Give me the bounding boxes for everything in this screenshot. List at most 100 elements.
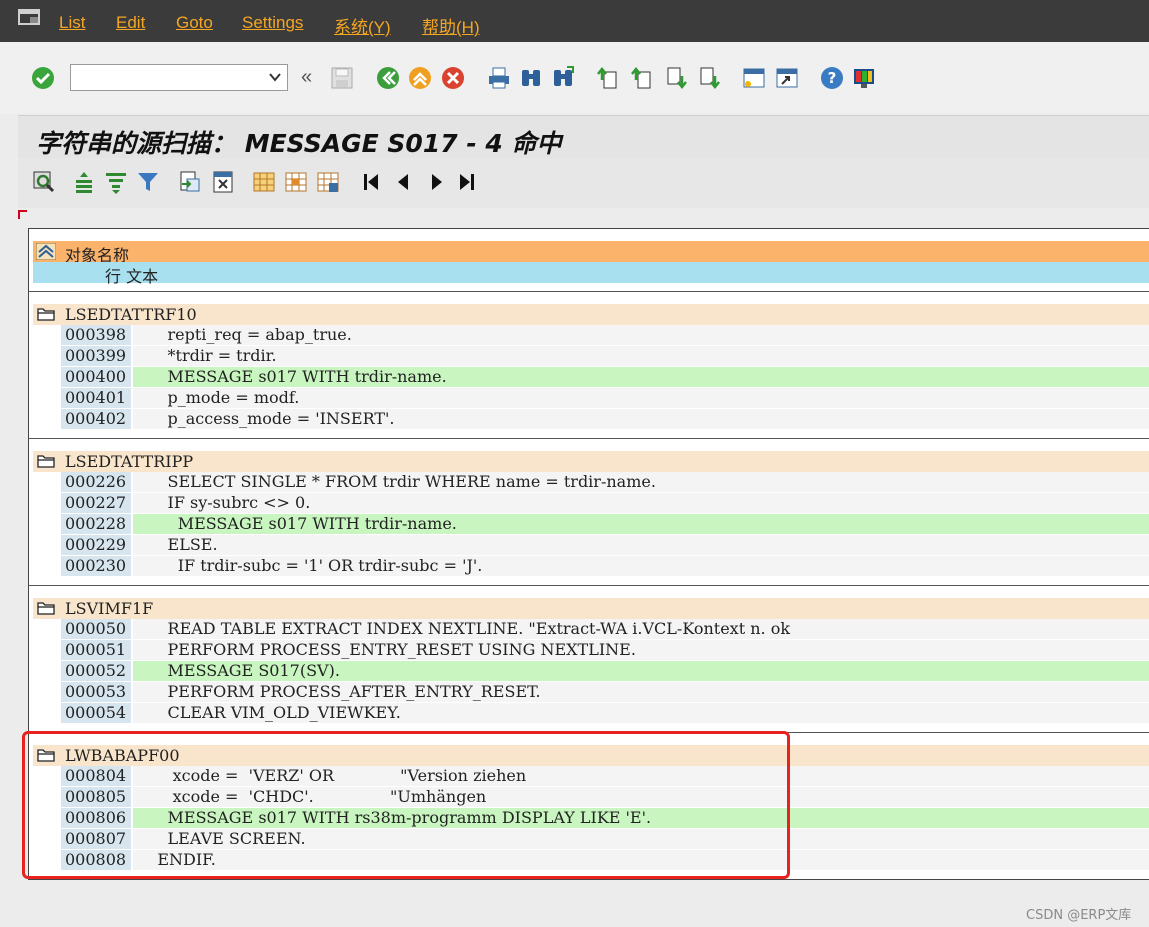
line-number[interactable]: 000052 bbox=[61, 661, 131, 681]
line-number[interactable]: 000226 bbox=[61, 472, 131, 492]
source-row[interactable]: 000051 PERFORM PROCESS_ENTRY_RESET USING… bbox=[33, 640, 1149, 661]
layout-icon[interactable] bbox=[852, 66, 876, 90]
menu-goto[interactable]: Goto bbox=[176, 13, 213, 33]
find-icon[interactable] bbox=[519, 66, 543, 90]
save-icon[interactable] bbox=[330, 66, 354, 90]
line-number[interactable]: 000051 bbox=[61, 640, 131, 660]
export-icon[interactable] bbox=[178, 170, 202, 194]
source-row[interactable]: 000402 p_access_mode = 'INSERT'. bbox=[33, 409, 1149, 430]
source-line-text: READ TABLE EXTRACT INDEX NEXTLINE. "Extr… bbox=[133, 619, 1149, 639]
source-line-text: SELECT SINGLE * FROM trdir WHERE name = … bbox=[133, 472, 1149, 492]
system-menu-icon[interactable] bbox=[18, 9, 40, 25]
source-line-text: CLEAR VIM_OLD_VIEWKEY. bbox=[133, 703, 1149, 723]
page-title: 字符串的源扫描： MESSAGE S017 - 4 命中 bbox=[36, 129, 562, 158]
source-row[interactable]: 000050 READ TABLE EXTRACT INDEX NEXTLINE… bbox=[33, 619, 1149, 640]
program-name[interactable]: LSVIMF1F bbox=[65, 599, 153, 618]
chevron-down-icon[interactable] bbox=[269, 71, 281, 83]
source-line-text: ELSE. bbox=[133, 535, 1149, 555]
last-page-icon[interactable] bbox=[697, 66, 721, 90]
menu-help[interactable]: 帮助(H) bbox=[422, 13, 480, 38]
line-number[interactable]: 000229 bbox=[61, 535, 131, 555]
list-header-object: 对象名称 bbox=[33, 241, 1149, 265]
folder-icon[interactable] bbox=[37, 453, 55, 469]
previous-page-icon[interactable] bbox=[630, 66, 654, 90]
line-number[interactable]: 000228 bbox=[61, 514, 131, 534]
source-line-text: p_mode = modf. bbox=[133, 388, 1149, 408]
create-session-icon[interactable] bbox=[742, 66, 766, 90]
next-icon[interactable] bbox=[424, 170, 448, 194]
source-row[interactable]: 000054 CLEAR VIM_OLD_VIEWKEY. bbox=[33, 703, 1149, 724]
folder-icon[interactable] bbox=[37, 600, 55, 616]
sort-ascending-icon[interactable] bbox=[72, 170, 96, 194]
print-preview-icon[interactable] bbox=[211, 170, 235, 194]
command-input[interactable] bbox=[75, 66, 259, 91]
source-line-text: MESSAGE S017(SV). bbox=[133, 661, 1149, 681]
source-row[interactable]: 000226 SELECT SINGLE * FROM trdir WHERE … bbox=[33, 472, 1149, 493]
layout-choose-icon[interactable] bbox=[252, 170, 276, 194]
enter-check-icon[interactable] bbox=[31, 66, 55, 90]
layout-save-icon[interactable] bbox=[316, 170, 340, 194]
cancel-icon[interactable] bbox=[441, 66, 465, 90]
print-icon[interactable] bbox=[487, 66, 511, 90]
divider bbox=[29, 585, 1149, 586]
focus-marker bbox=[18, 210, 27, 219]
group-header[interactable]: LSEDTATTRF10 bbox=[33, 304, 1149, 325]
match-row[interactable]: 000052 MESSAGE S017(SV). bbox=[33, 661, 1149, 682]
source-line-text: IF trdir-subc = '1' OR trdir-subc = 'J'. bbox=[133, 556, 1149, 576]
first-page-icon[interactable] bbox=[596, 66, 620, 90]
program-name[interactable]: LSEDTATTRIPP bbox=[65, 452, 193, 471]
header-line-text: 行 文本 bbox=[105, 267, 159, 286]
collapse-all-icon[interactable] bbox=[36, 243, 56, 260]
menu-edit[interactable]: Edit bbox=[116, 13, 145, 33]
line-number[interactable]: 000227 bbox=[61, 493, 131, 513]
layout-change-icon[interactable] bbox=[284, 170, 308, 194]
line-number[interactable]: 000399 bbox=[61, 346, 131, 366]
line-number[interactable]: 000398 bbox=[61, 325, 131, 345]
divider bbox=[29, 438, 1149, 439]
first-icon[interactable] bbox=[360, 170, 384, 194]
next-page-icon[interactable] bbox=[664, 66, 688, 90]
source-row[interactable]: 000230 IF trdir-subc = '1' OR trdir-subc… bbox=[33, 556, 1149, 577]
line-number[interactable]: 000053 bbox=[61, 682, 131, 702]
find-next-icon[interactable] bbox=[551, 66, 575, 90]
line-number[interactable]: 000050 bbox=[61, 619, 131, 639]
source-row[interactable]: 000399 *trdir = trdir. bbox=[33, 346, 1149, 367]
group-header[interactable]: LSVIMF1F bbox=[33, 598, 1149, 619]
source-row[interactable]: 000401 p_mode = modf. bbox=[33, 388, 1149, 409]
divider bbox=[29, 291, 1149, 292]
folder-icon[interactable] bbox=[37, 306, 55, 322]
last-icon[interactable] bbox=[454, 170, 478, 194]
exit-icon[interactable] bbox=[408, 66, 432, 90]
source-row[interactable]: 000053 PERFORM PROCESS_AFTER_ENTRY_RESET… bbox=[33, 682, 1149, 703]
source-row[interactable]: 000227 IF sy-subrc <> 0. bbox=[33, 493, 1149, 514]
menu-settings[interactable]: Settings bbox=[242, 13, 303, 33]
application-toolbar bbox=[18, 158, 1149, 208]
line-number[interactable]: 000400 bbox=[61, 367, 131, 387]
line-number[interactable]: 000401 bbox=[61, 388, 131, 408]
previous-icon[interactable] bbox=[392, 170, 416, 194]
menu-bar: List Edit Goto Settings 系统(Y) 帮助(H) bbox=[0, 0, 1149, 43]
help-icon[interactable]: ? bbox=[820, 66, 844, 90]
source-row[interactable]: 000398 repti_req = abap_true. bbox=[33, 325, 1149, 346]
line-number[interactable]: 000054 bbox=[61, 703, 131, 723]
match-row[interactable]: 000228 MESSAGE s017 WITH trdir-name. bbox=[33, 514, 1149, 535]
source-row[interactable]: 000229 ELSE. bbox=[33, 535, 1149, 556]
menu-system[interactable]: 系统(Y) bbox=[334, 13, 391, 38]
match-row[interactable]: 000400 MESSAGE s017 WITH trdir-name. bbox=[33, 367, 1149, 388]
source-line-text: PERFORM PROCESS_ENTRY_RESET USING NEXTLI… bbox=[133, 640, 1149, 660]
source-line-text: PERFORM PROCESS_AFTER_ENTRY_RESET. bbox=[133, 682, 1149, 702]
filter-icon[interactable] bbox=[136, 170, 160, 194]
list-header-line: 行 文本 bbox=[33, 262, 1149, 286]
source-line-text: MESSAGE s017 WITH trdir-name. bbox=[133, 514, 1149, 534]
line-number[interactable]: 000402 bbox=[61, 409, 131, 429]
display-object-icon[interactable] bbox=[32, 170, 56, 194]
back-icon[interactable] bbox=[376, 66, 400, 90]
menu-list[interactable]: List bbox=[59, 13, 85, 33]
group-header[interactable]: LSEDTATTRIPP bbox=[33, 451, 1149, 472]
sort-descending-icon[interactable] bbox=[104, 170, 128, 194]
back-arrows[interactable]: « bbox=[301, 66, 312, 89]
line-number[interactable]: 000230 bbox=[61, 556, 131, 576]
command-field[interactable] bbox=[70, 64, 288, 91]
program-name[interactable]: LSEDTATTRF10 bbox=[65, 305, 197, 324]
shortcut-icon[interactable] bbox=[775, 66, 799, 90]
